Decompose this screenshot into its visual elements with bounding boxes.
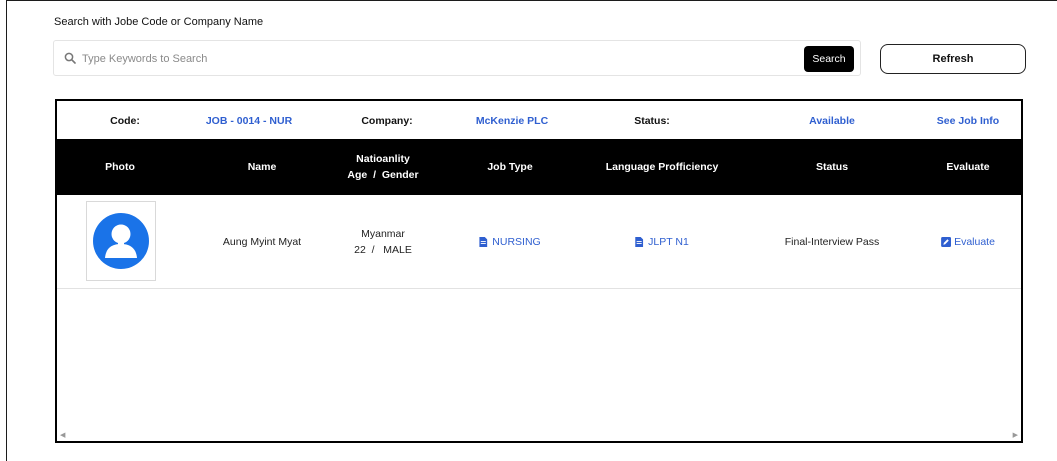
applicant-nationality: Myanmar [361, 228, 405, 240]
job-code-value: JOB - 0014 - NUR [205, 115, 293, 127]
evaluate-text: Evaluate [954, 236, 995, 248]
company-value: McKenzie PLC [475, 115, 549, 127]
applicant-age-gender: 22 / MALE [354, 244, 412, 256]
job-type-text: NURSING [492, 236, 541, 248]
header-nationality-age-gender: Natioanlity Age / Gender [347, 139, 418, 195]
job-status-value: Available [809, 115, 855, 127]
search-caption: Search with Jobe Code or Company Name [54, 16, 264, 28]
header-status: Status [815, 161, 849, 173]
job-status-label: Status: [634, 115, 670, 127]
job-type-link[interactable]: NURSING [479, 234, 541, 250]
applicant-status: Final-Interview Pass [784, 236, 880, 248]
job-info-row: Code: JOB - 0014 - NUR Company: McKenzie… [57, 101, 1021, 139]
evaluate-link[interactable]: Evaluate [941, 234, 995, 250]
search-icon [64, 52, 76, 64]
scroll-right-arrow[interactable]: ▶ [1013, 431, 1018, 439]
header-language: Language Profficiency [605, 161, 719, 173]
header-name: Name [247, 161, 277, 173]
header-age-gender: Age / Gender [347, 169, 419, 181]
evaluate-cell: Evaluate [941, 195, 995, 289]
applicant-nationality-age-gender: Myanmar 22 / MALE [354, 195, 412, 289]
applicant-name: Aung Myint Myat [222, 236, 302, 248]
job-applicant-table: Code: JOB - 0014 - NUR Company: McKenzie… [55, 99, 1023, 443]
applicant-photo[interactable] [86, 201, 156, 281]
search-box[interactable] [53, 40, 861, 76]
document-icon [479, 237, 488, 247]
job-code-label: Code: [110, 115, 140, 127]
search-input[interactable] [82, 50, 782, 68]
table-row: Aung Myint Myat Myanmar 22 / MALE NURSIN… [57, 195, 1021, 289]
table-header: Photo Name Natioanlity Age / Gender Job … [57, 139, 1021, 195]
user-avatar-icon [93, 213, 149, 269]
edit-icon [941, 237, 952, 247]
see-job-info-link[interactable]: See Job Info [937, 115, 999, 127]
header-evaluate: Evaluate [946, 161, 990, 173]
document-icon [635, 237, 644, 247]
header-job-type: Job Type [487, 161, 533, 173]
language-text: JLPT N1 [648, 236, 689, 248]
language-link[interactable]: JLPT N1 [635, 234, 689, 250]
refresh-button[interactable]: Refresh [880, 44, 1026, 74]
search-button[interactable]: Search [804, 46, 854, 72]
header-nationality: Natioanlity [356, 153, 410, 165]
job-type-cell: NURSING [479, 195, 541, 289]
header-photo: Photo [105, 161, 135, 173]
language-cell: JLPT N1 [635, 195, 689, 289]
scroll-left-arrow[interactable]: ◀ [60, 431, 65, 439]
company-label: Company: [361, 115, 413, 127]
